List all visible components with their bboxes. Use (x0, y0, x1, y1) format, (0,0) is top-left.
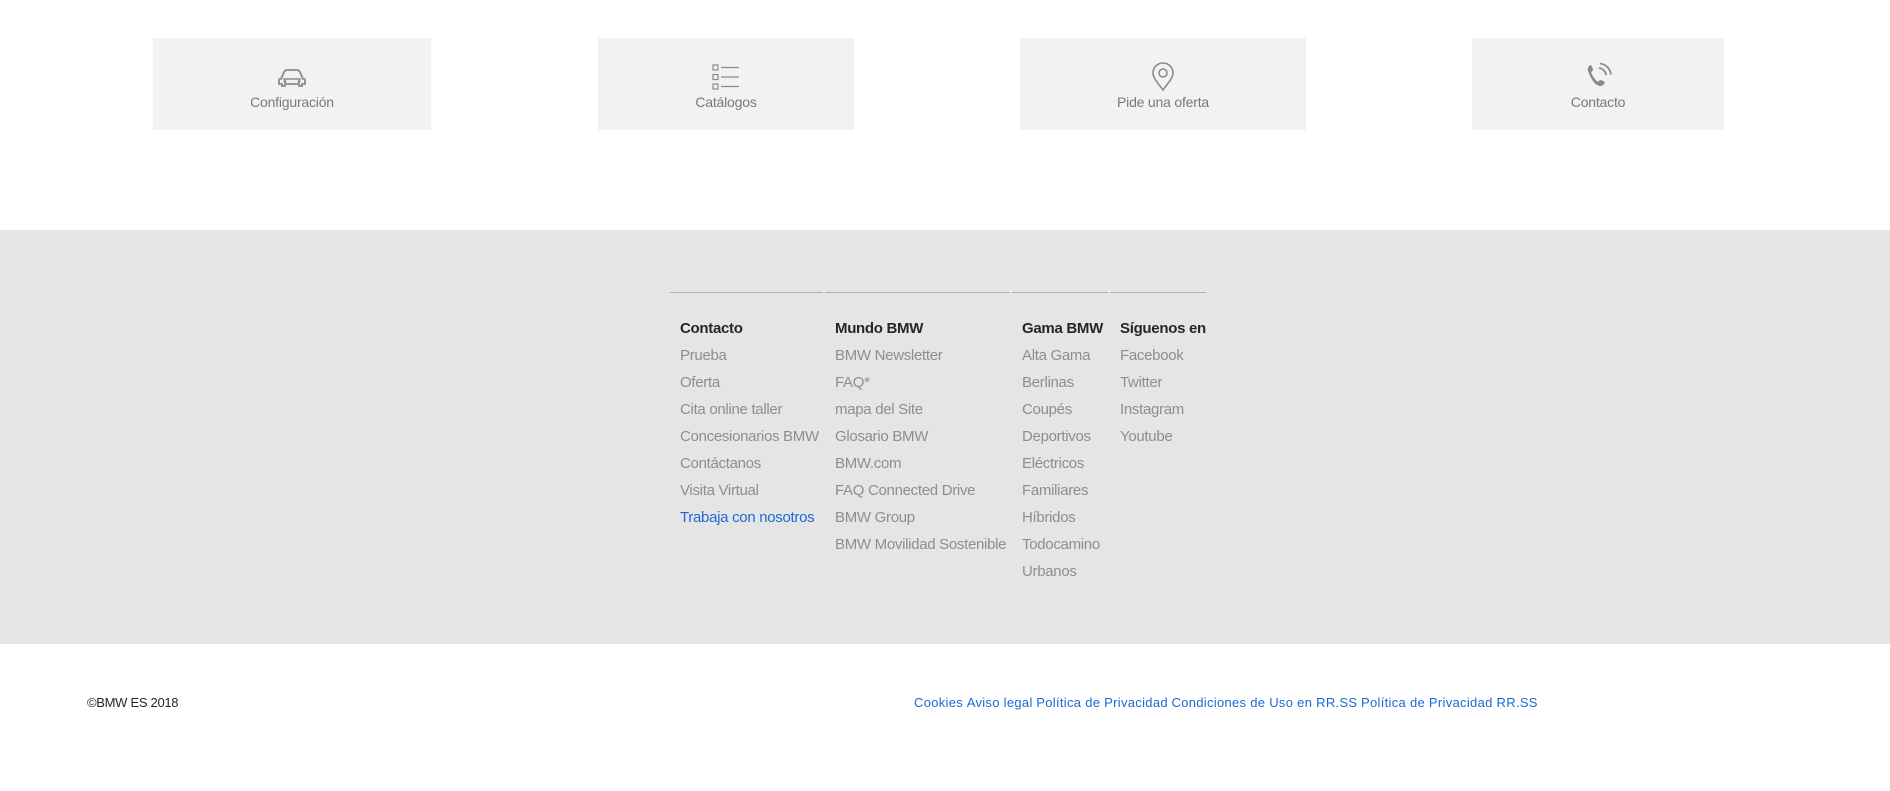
footer-link-cita-online-taller[interactable]: Cita online taller (680, 396, 819, 423)
footer-link-instagram[interactable]: Instagram (1120, 396, 1206, 423)
footer-link-familiares[interactable]: Familiares (1022, 477, 1103, 504)
request-offer-label: Pide una oferta (1117, 94, 1209, 110)
footer-link-bmw-movilidad-sostenible[interactable]: BMW Movilidad Sostenible (835, 531, 1007, 558)
configuration-tile[interactable]: Configuración (153, 38, 431, 130)
column-divider (1110, 292, 1206, 293)
footer-link-concesionarios[interactable]: Concesionarios BMW (680, 423, 819, 450)
catalogs-tile[interactable]: Catálogos (598, 38, 854, 130)
quick-links-bar: Configuración Catálogos Pide una oferta (0, 38, 1890, 130)
footer-link-faq[interactable]: FAQ* (835, 369, 1006, 396)
request-offer-tile[interactable]: Pide una oferta (1020, 38, 1306, 130)
footer-link-faq-connected-drive[interactable]: FAQ Connected Drive (835, 477, 1006, 504)
footer-navigation: Contacto Prueba Oferta Cita online talle… (0, 230, 1890, 644)
footer-link-alta-gama[interactable]: Alta Gama (1022, 342, 1103, 369)
legal-link-cookies[interactable]: Cookies (914, 695, 963, 710)
column-title: Síguenos en (1120, 320, 1206, 337)
column-title: Gama BMW (1022, 320, 1103, 337)
legal-link-politica-privacidad[interactable]: Política de Privacidad (1036, 695, 1168, 710)
column-divider (670, 292, 823, 293)
location-pin-icon (1148, 62, 1178, 92)
footer-link-deportivos[interactable]: Deportivos (1022, 423, 1103, 450)
legal-links: Cookies Aviso legal Política de Privacid… (914, 695, 1538, 710)
footer-link-visita-virtual[interactable]: Visita Virtual (680, 477, 819, 504)
footer-link-trabaja-con-nosotros[interactable]: Trabaja con nosotros (680, 504, 819, 531)
footer-link-todocamino[interactable]: Todocamino (1022, 531, 1103, 558)
configuration-label: Configuración (250, 94, 334, 110)
column-divider (1012, 292, 1108, 293)
footer-link-prueba[interactable]: Prueba (680, 342, 819, 369)
car-icon (277, 62, 307, 92)
footer-link-urbanos[interactable]: Urbanos (1022, 558, 1103, 585)
contact-tile[interactable]: Contacto (1472, 38, 1724, 130)
footer-link-electricos[interactable]: Eléctricos (1022, 450, 1103, 477)
copyright-text: ©BMW ES 2018 (87, 695, 179, 710)
footer-link-glosario-bmw[interactable]: Glosario BMW (835, 423, 1006, 450)
footer-link-bmw-com[interactable]: BMW.com (835, 450, 1006, 477)
footer-link-bmw-newsletter[interactable]: BMW Newsletter (835, 342, 1006, 369)
footer-link-bmw-group[interactable]: BMW Group (835, 504, 1006, 531)
footer-link-youtube[interactable]: Youtube (1120, 423, 1206, 450)
legal-link-aviso-legal[interactable]: Aviso legal (967, 695, 1033, 710)
footer-link-mapa-del-site[interactable]: mapa del Site (835, 396, 1006, 423)
footer-link-oferta[interactable]: Oferta (680, 369, 819, 396)
footer-link-coupes[interactable]: Coupés (1022, 396, 1103, 423)
legal-link-condiciones-uso-rrss[interactable]: Condiciones de Uso en RR.SS (1172, 695, 1358, 710)
footer-link-twitter[interactable]: Twitter (1120, 369, 1206, 396)
bottom-bar: ©BMW ES 2018 Cookies Aviso legal Polític… (0, 644, 1890, 791)
catalogs-label: Catálogos (695, 94, 757, 110)
legal-link-politica-privacidad-rrss[interactable]: Política de Privacidad RR.SS (1361, 695, 1538, 710)
footer-link-contactanos[interactable]: Contáctanos (680, 450, 819, 477)
phone-icon (1583, 62, 1613, 92)
list-icon (711, 62, 741, 92)
column-divider (825, 292, 1010, 293)
contact-label: Contacto (1570, 94, 1626, 110)
column-title: Contacto (680, 320, 743, 337)
footer-link-facebook[interactable]: Facebook (1120, 342, 1206, 369)
footer-link-berlinas[interactable]: Berlinas (1022, 369, 1103, 396)
column-title: Mundo BMW (835, 320, 924, 337)
footer-link-hibridos[interactable]: Híbridos (1022, 504, 1103, 531)
